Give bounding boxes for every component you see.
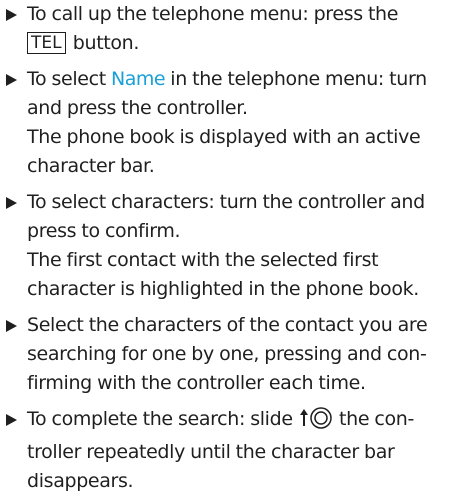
step-result: The first contact with the selected firs… <box>27 249 419 300</box>
instruction-page: To call up the telephone menu: press the… <box>0 0 465 492</box>
step-text: To call up the telephone menu: press the <box>27 3 399 25</box>
step-text-end: button. <box>67 32 140 54</box>
slide-up-controller-icon <box>299 405 333 438</box>
step-complete-search: To complete the search: slide the con­tr… <box>6 405 453 496</box>
step-text: To select <box>27 68 112 90</box>
step-bullet-icon <box>6 9 17 21</box>
step-bullet-icon <box>6 414 17 426</box>
step-bullet-icon <box>6 197 17 209</box>
tel-button-label: TEL <box>27 32 66 54</box>
step-bullet-icon <box>6 74 17 86</box>
step-text: To complete the search: slide <box>27 408 298 430</box>
step-text: Select the characters of the contact you… <box>27 314 428 394</box>
step-bullet-icon <box>6 320 17 332</box>
step-select-name: To select Name in the telephone menu: tu… <box>6 65 453 181</box>
step-result: The phone book is displayed with an acti… <box>27 126 421 177</box>
step-text: To select characters: turn the controlle… <box>27 191 425 242</box>
step-call-telephone-menu: To call up the telephone menu: press the… <box>6 0 453 58</box>
menu-term-name: Name <box>111 68 166 90</box>
step-select-characters: To select characters: turn the controlle… <box>6 188 453 304</box>
step-select-contact-characters: Select the characters of the contact you… <box>6 311 453 398</box>
